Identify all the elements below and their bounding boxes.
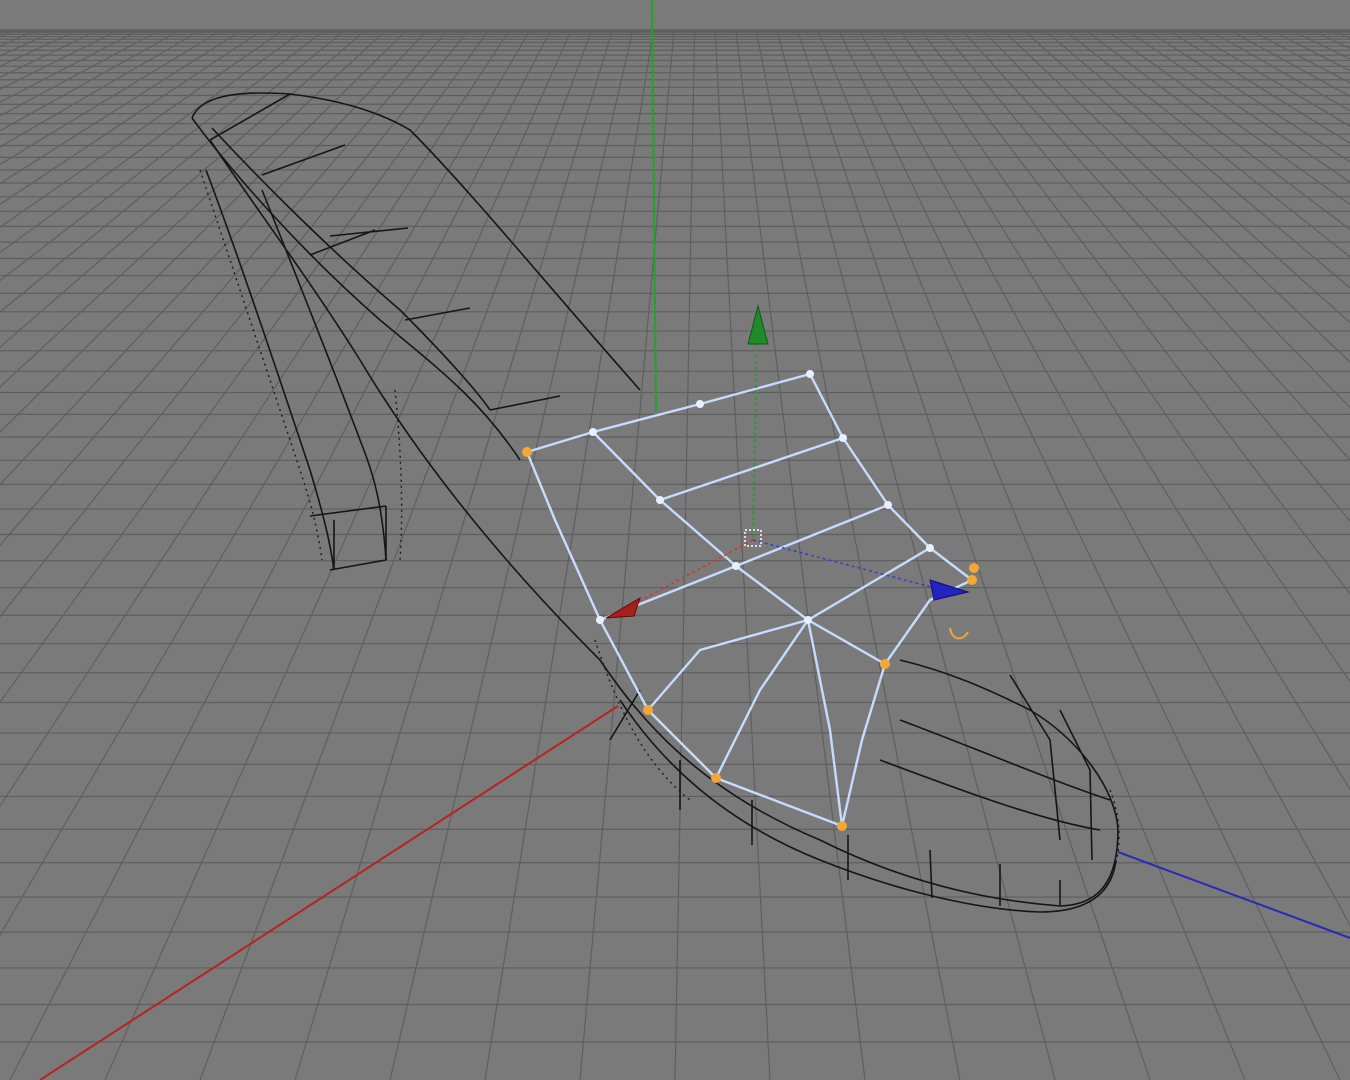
grid-line bbox=[0, 29, 469, 618]
pivot-marker-icon bbox=[949, 627, 969, 640]
grid-line bbox=[940, 29, 1350, 523]
grid-line bbox=[1105, 29, 1350, 206]
grid-line bbox=[9, 29, 552, 1080]
grid-line bbox=[755, 29, 961, 1080]
grid-line bbox=[0, 29, 264, 206]
strap-vertex[interactable] bbox=[596, 616, 604, 624]
strap-top-edge[interactable] bbox=[526, 372, 811, 454]
grid-line bbox=[1126, 29, 1350, 183]
strap-vertex[interactable] bbox=[967, 575, 977, 585]
grid-line bbox=[484, 29, 655, 1080]
grid-line bbox=[1167, 29, 1350, 144]
grid-line bbox=[735, 29, 866, 1080]
grid-line bbox=[0, 29, 490, 704]
strap-vertex[interactable] bbox=[732, 562, 740, 570]
grid-line bbox=[837, 29, 1341, 1080]
grid-line bbox=[0, 29, 511, 808]
floor-grid bbox=[0, 29, 1350, 1080]
shoe-hidden-edges bbox=[199, 169, 1120, 891]
grid-line bbox=[0, 29, 120, 91]
strap-vertex[interactable] bbox=[522, 447, 532, 457]
strap-vertex[interactable] bbox=[884, 501, 892, 509]
grid-line bbox=[0, 29, 284, 229]
grid-line bbox=[0, 29, 79, 67]
strap-col-2[interactable] bbox=[806, 619, 844, 827]
toe-strap-selection[interactable] bbox=[525, 372, 973, 828]
grid-line bbox=[0, 29, 140, 103]
grid-line bbox=[0, 29, 37, 47]
shoe-section-lines bbox=[209, 93, 1093, 906]
shoe-heel-back bbox=[205, 169, 335, 571]
strap-vertex[interactable] bbox=[969, 563, 979, 573]
shoe-toe-contours bbox=[879, 719, 1111, 831]
move-z-arrow-icon[interactable] bbox=[929, 579, 970, 601]
grid-line bbox=[1208, 29, 1350, 112]
gizmo-x-axis[interactable] bbox=[633, 539, 754, 605]
grid-line bbox=[0, 29, 449, 547]
world-z-axis bbox=[1117, 851, 1350, 939]
grid-line bbox=[1228, 29, 1350, 97]
strap-vertex[interactable] bbox=[589, 428, 597, 436]
grid-line bbox=[199, 29, 593, 1080]
strap-vertex[interactable] bbox=[926, 544, 934, 552]
strap-vertex[interactable] bbox=[806, 370, 814, 378]
grid-line bbox=[0, 29, 408, 434]
strap-vertex[interactable] bbox=[696, 400, 704, 408]
strap-vertex[interactable] bbox=[656, 496, 664, 504]
grid-line bbox=[389, 29, 634, 1080]
grid-line bbox=[1146, 29, 1350, 163]
strap-vertex[interactable] bbox=[880, 659, 890, 669]
grid-line bbox=[0, 29, 181, 132]
grid-line bbox=[0, 29, 531, 937]
strap-vertex[interactable] bbox=[839, 434, 847, 442]
strap-row-2[interactable] bbox=[659, 436, 844, 502]
3d-viewport[interactable] bbox=[0, 0, 1350, 1080]
grid-line bbox=[961, 29, 1350, 461]
grid-line bbox=[0, 29, 428, 486]
grid-line bbox=[0, 29, 346, 313]
grid-line bbox=[817, 29, 1246, 1080]
grid-line bbox=[796, 29, 1151, 1080]
grid-line bbox=[899, 29, 1350, 683]
grid-line bbox=[0, 29, 161, 117]
grid-line bbox=[0, 29, 17, 38]
move-gizmo[interactable] bbox=[605, 304, 970, 619]
grid-line bbox=[0, 29, 223, 166]
world-x-axis bbox=[39, 705, 619, 1080]
grid-line bbox=[0, 29, 202, 148]
grid-line bbox=[879, 29, 1350, 791]
strap-row-3[interactable] bbox=[599, 503, 889, 622]
strap-vertex[interactable] bbox=[804, 616, 812, 624]
viewport-canvas[interactable] bbox=[0, 0, 1350, 1080]
grid-line bbox=[674, 29, 696, 1080]
grid-line bbox=[1043, 29, 1350, 289]
shoe-sole-lower-edge bbox=[619, 699, 1117, 913]
strap-vertex[interactable] bbox=[837, 821, 847, 831]
strap-row-4[interactable] bbox=[647, 546, 931, 711]
strap-vertex[interactable] bbox=[643, 705, 653, 715]
grid-line bbox=[1002, 29, 1350, 363]
grid-line bbox=[579, 29, 675, 1080]
strap-vertex[interactable] bbox=[711, 773, 721, 783]
grid-line bbox=[1311, 29, 1350, 49]
grid-line bbox=[1331, 29, 1350, 39]
gizmo-y-axis[interactable] bbox=[751, 339, 759, 539]
